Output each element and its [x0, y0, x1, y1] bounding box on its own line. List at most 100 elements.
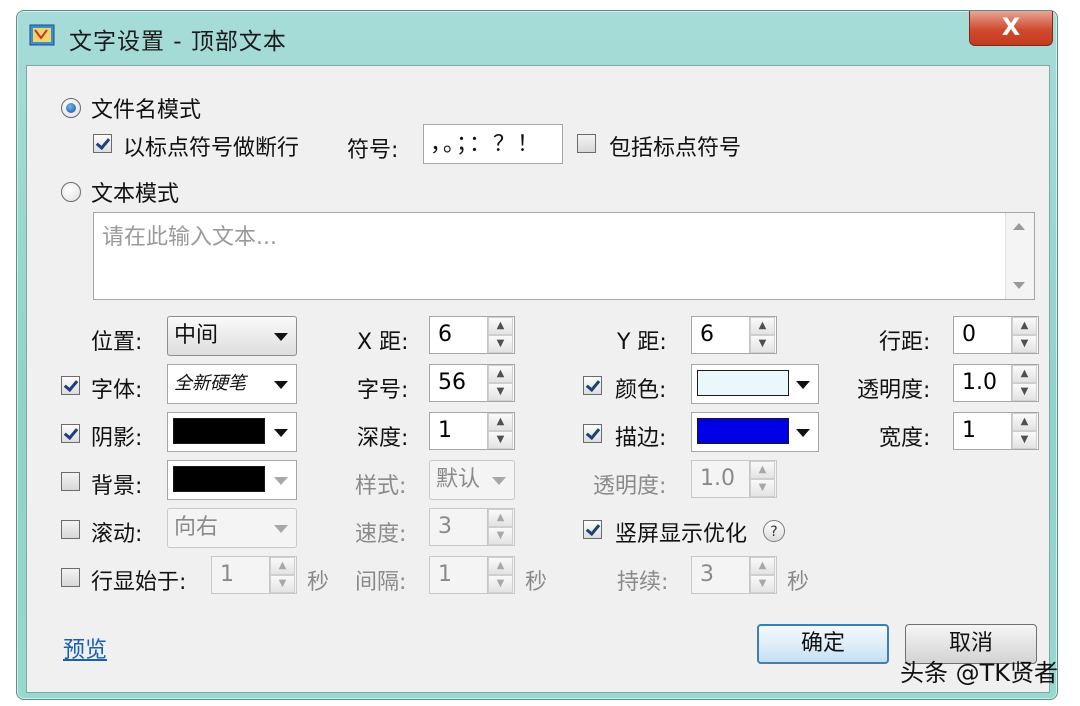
color-swatch [697, 370, 789, 396]
spin-down-icon[interactable]: ▼ [1012, 383, 1037, 401]
line-spacing-value: 0 [962, 322, 976, 347]
spin-down-icon[interactable]: ▼ [750, 479, 775, 497]
spin-up-icon[interactable]: ▲ [488, 317, 513, 335]
shadow-swatch [173, 418, 265, 444]
spin-up-icon[interactable]: ▲ [1012, 317, 1037, 335]
chevron-down-icon [274, 429, 288, 437]
text-scrollbar[interactable] [1005, 213, 1034, 299]
spin-up-icon[interactable]: ▲ [750, 557, 775, 575]
chevron-down-icon [492, 477, 506, 485]
position-dropdown[interactable]: 中间 [167, 316, 297, 356]
shadow-color-dropdown[interactable] [167, 412, 297, 452]
x-dist-spinner[interactable]: 6 ▲ ▼ [429, 316, 515, 354]
color-dropdown[interactable] [691, 364, 819, 404]
position-value: 中间 [174, 323, 219, 348]
spin-down-icon[interactable]: ▼ [1012, 335, 1037, 353]
interval-spinner[interactable]: 1 ▲ ▼ [429, 556, 515, 594]
stroke-width-value: 1 [962, 418, 976, 443]
punct-break-label: 以标点符号做断行 [123, 136, 300, 161]
shadow-checkbox[interactable] [61, 424, 80, 443]
font-checkbox[interactable] [61, 376, 80, 395]
spin-down-icon[interactable]: ▼ [488, 527, 513, 545]
spin-down-icon[interactable]: ▼ [488, 575, 513, 593]
spin-up-icon[interactable]: ▲ [750, 317, 775, 335]
line-show-spinner[interactable]: 1 ▲ ▼ [211, 556, 297, 594]
y-dist-spinner[interactable]: 6 ▲ ▼ [691, 316, 777, 354]
spin-down-icon[interactable]: ▼ [488, 431, 513, 449]
spin-up-icon[interactable]: ▲ [488, 365, 513, 383]
include-punct-label: 包括标点符号 [609, 136, 742, 161]
line-show-label: 行显始于: [91, 570, 187, 595]
spin-up-icon[interactable]: ▲ [488, 413, 513, 431]
vertical-opt-checkbox[interactable] [583, 520, 602, 539]
color-label: 颜色: [615, 378, 667, 403]
background-swatch [173, 466, 265, 492]
scroll-checkbox[interactable] [61, 520, 80, 539]
speed-label: 速度: [355, 522, 407, 547]
stroke-color-dropdown[interactable] [691, 412, 819, 452]
font-label: 字体: [91, 378, 143, 403]
line-show-value: 1 [220, 562, 234, 587]
chevron-down-icon [274, 381, 288, 389]
color-checkbox[interactable] [583, 376, 602, 395]
watermark: 头条 @TK贤者 [899, 659, 1058, 687]
line-show-checkbox[interactable] [61, 568, 80, 587]
dialog-window: 文字设置 - 顶部文本 X 文件名模式 以标点符号做断行 符号: ，。；：？！ … [16, 10, 1058, 700]
preview-link[interactable]: 预览 [63, 632, 107, 664]
bg-opacity-spinner[interactable]: 1.0 ▲ ▼ [691, 460, 777, 498]
position-label: 位置: [91, 330, 143, 355]
title-bar[interactable]: 文字设置 - 顶部文本 X [17, 11, 1057, 63]
spin-up-icon[interactable]: ▲ [488, 509, 513, 527]
stroke-width-label: 宽度: [879, 426, 931, 451]
spin-down-icon[interactable]: ▼ [270, 575, 295, 593]
spin-down-icon[interactable]: ▼ [750, 335, 775, 353]
spin-up-icon[interactable]: ▲ [750, 461, 775, 479]
chevron-down-icon [274, 477, 288, 485]
duration-spinner[interactable]: 3 ▲ ▼ [691, 556, 777, 594]
opacity-label: 透明度: [857, 378, 931, 403]
symbol-input[interactable]: ，。；：？！ [423, 124, 563, 164]
text-mode-label: 文本模式 [91, 182, 180, 207]
filename-mode-radio[interactable] [61, 98, 81, 118]
y-dist-label: Y 距: [617, 330, 667, 355]
font-size-value: 56 [438, 370, 466, 395]
chevron-down-icon [796, 381, 810, 389]
text-mode-radio[interactable] [61, 182, 81, 202]
spin-down-icon[interactable]: ▼ [488, 335, 513, 353]
punct-break-checkbox[interactable] [93, 134, 112, 153]
depth-spinner[interactable]: 1 ▲ ▼ [429, 412, 515, 450]
bg-style-dropdown[interactable]: 默认 [429, 460, 515, 500]
spin-down-icon[interactable]: ▼ [1012, 431, 1037, 449]
speed-spinner[interactable]: 3 ▲ ▼ [429, 508, 515, 546]
help-icon[interactable]: ? [763, 520, 785, 542]
ok-button[interactable]: 确定 [757, 624, 889, 664]
spin-down-icon[interactable]: ▼ [750, 575, 775, 593]
text-input-area[interactable]: 请在此输入文本... [93, 212, 1035, 300]
spin-up-icon[interactable]: ▲ [1012, 413, 1037, 431]
dialog-content: 文件名模式 以标点符号做断行 符号: ，。；：？！ 包括标点符号 文本模式 请在… [26, 65, 1050, 693]
chevron-down-icon [274, 333, 288, 341]
font-size-spinner[interactable]: 56 ▲ ▼ [429, 364, 515, 402]
scroll-down-icon[interactable] [1013, 282, 1025, 289]
line-show-unit: 秒 [307, 570, 330, 595]
opacity-spinner[interactable]: 1.0 ▲ ▼ [953, 364, 1039, 402]
background-checkbox[interactable] [61, 472, 80, 491]
spin-up-icon[interactable]: ▲ [1012, 365, 1037, 383]
stroke-checkbox[interactable] [583, 424, 602, 443]
duration-unit: 秒 [787, 570, 810, 595]
line-spacing-spinner[interactable]: 0 ▲ ▼ [953, 316, 1039, 354]
bg-opacity-value: 1.0 [700, 466, 735, 491]
close-button[interactable]: X [969, 11, 1053, 46]
background-color-dropdown[interactable] [167, 460, 297, 500]
scroll-label: 滚动: [91, 522, 143, 547]
include-punct-checkbox[interactable] [577, 134, 596, 153]
scroll-direction-dropdown[interactable]: 向右 [167, 508, 297, 548]
font-dropdown[interactable]: 全新硬笔 [167, 364, 297, 404]
stroke-label: 描边: [615, 426, 667, 451]
spin-up-icon[interactable]: ▲ [270, 557, 295, 575]
spin-up-icon[interactable]: ▲ [488, 557, 513, 575]
stroke-width-spinner[interactable]: 1 ▲ ▼ [953, 412, 1039, 450]
scroll-up-icon[interactable] [1013, 223, 1025, 230]
spin-down-icon[interactable]: ▼ [488, 383, 513, 401]
font-size-label: 字号: [357, 378, 409, 403]
